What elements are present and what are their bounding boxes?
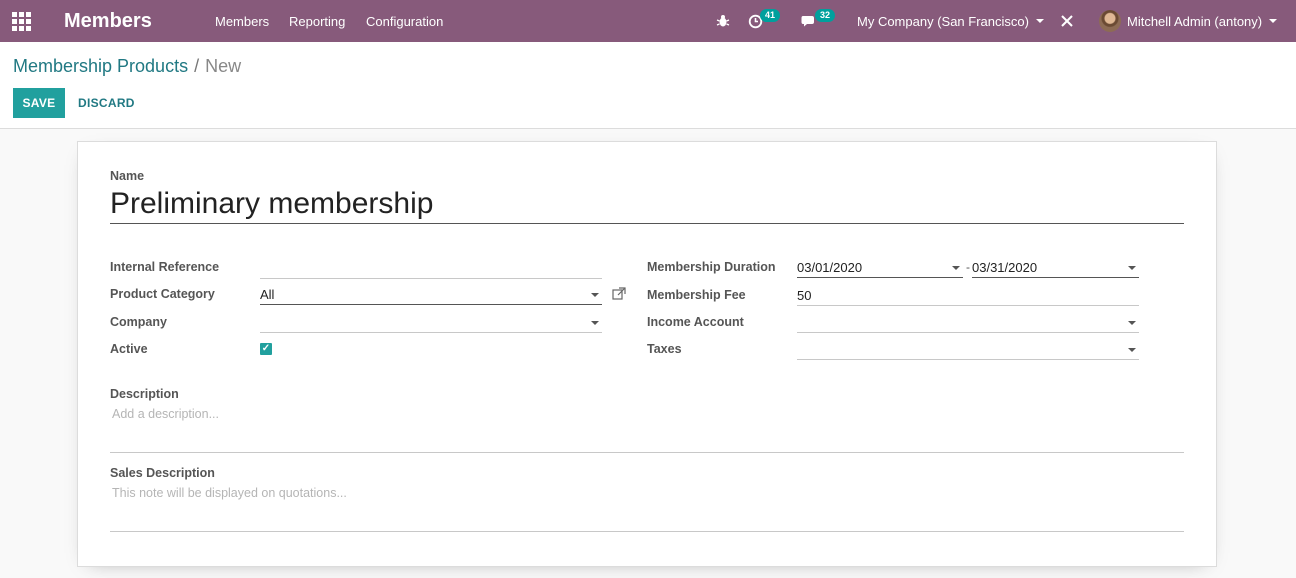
company-name: My Company (San Francisco) (857, 13, 1029, 29)
chevron-down-icon (1035, 19, 1044, 23)
product-category-select[interactable]: All (260, 285, 602, 305)
tools-icon[interactable] (1060, 0, 1074, 42)
breadcrumb-separator: / (194, 56, 200, 76)
messages-chat-icon[interactable] (801, 0, 817, 42)
membership-end-date-value: 03/31/2020 (972, 260, 1038, 275)
date-range-separator: - (966, 260, 970, 274)
membership-fee-label: Membership Fee (647, 288, 746, 302)
company-switcher[interactable]: My Company (San Francisco) (857, 0, 1044, 42)
membership-start-date-input[interactable]: 03/01/2020 (797, 258, 963, 278)
menu-configuration[interactable]: Configuration (366, 0, 443, 42)
product-category-label: Product Category (110, 287, 215, 301)
company-select[interactable] (260, 313, 602, 333)
save-button[interactable]: SAVE (13, 88, 65, 118)
membership-duration-label: Membership Duration (647, 260, 776, 274)
income-account-label: Income Account (647, 315, 744, 329)
chevron-down-icon (1128, 266, 1136, 270)
activity-clock-icon[interactable] (748, 0, 763, 42)
control-panel: Membership Products / New SAVE DISCARD (0, 42, 1296, 129)
product-category-value: All (260, 287, 275, 302)
sales-description-underline (110, 531, 1184, 532)
internal-reference-label: Internal Reference (110, 260, 220, 274)
description-textarea[interactable]: Add a description... (112, 407, 219, 421)
taxes-label: Taxes (647, 342, 682, 356)
description-underline (110, 452, 1184, 453)
avatar (1099, 10, 1121, 32)
breadcrumb-current: New (205, 56, 242, 76)
active-checkbox[interactable]: ✓ (260, 343, 272, 355)
membership-fee-input[interactable]: 50 (797, 286, 1139, 306)
app-title[interactable]: Members (64, 0, 152, 42)
membership-end-date-input[interactable]: 03/31/2020 (972, 258, 1139, 278)
chevron-down-icon (591, 321, 599, 325)
membership-start-date-value: 03/01/2020 (797, 260, 863, 275)
discard-button[interactable]: DISCARD (78, 88, 135, 118)
sales-description-textarea[interactable]: This note will be displayed on quotation… (112, 486, 347, 500)
debug-bug-icon[interactable] (716, 0, 730, 42)
menu-reporting[interactable]: Reporting (289, 0, 345, 42)
breadcrumb: Membership Products / New (13, 56, 241, 77)
external-link-icon[interactable] (612, 287, 626, 303)
active-label: Active (110, 342, 148, 356)
chevron-down-icon (1269, 19, 1278, 23)
income-account-select[interactable] (797, 313, 1139, 333)
user-menu[interactable]: Mitchell Admin (antony) (1099, 0, 1278, 42)
internal-reference-input[interactable] (260, 259, 602, 279)
chevron-down-icon (1128, 321, 1136, 325)
name-input[interactable]: Preliminary membership (110, 186, 1184, 224)
chevron-down-icon (952, 266, 960, 270)
form-sheet: Name Preliminary membership Internal Ref… (77, 141, 1217, 567)
name-label: Name (110, 169, 145, 183)
chevron-down-icon (591, 293, 599, 297)
company-label: Company (110, 315, 167, 329)
top-navbar: Members Members Reporting Configuration … (0, 0, 1296, 42)
menu-members[interactable]: Members (215, 0, 269, 42)
user-name: Mitchell Admin (antony) (1127, 13, 1263, 29)
activity-count-badge: 41 (760, 9, 781, 22)
taxes-select[interactable] (797, 340, 1139, 360)
breadcrumb-parent-link[interactable]: Membership Products (13, 56, 188, 76)
description-label: Description (110, 387, 179, 401)
message-count-badge: 32 (815, 9, 836, 22)
chevron-down-icon (1128, 348, 1136, 352)
sales-description-label: Sales Description (110, 466, 215, 480)
apps-menu-icon[interactable] (12, 0, 32, 42)
